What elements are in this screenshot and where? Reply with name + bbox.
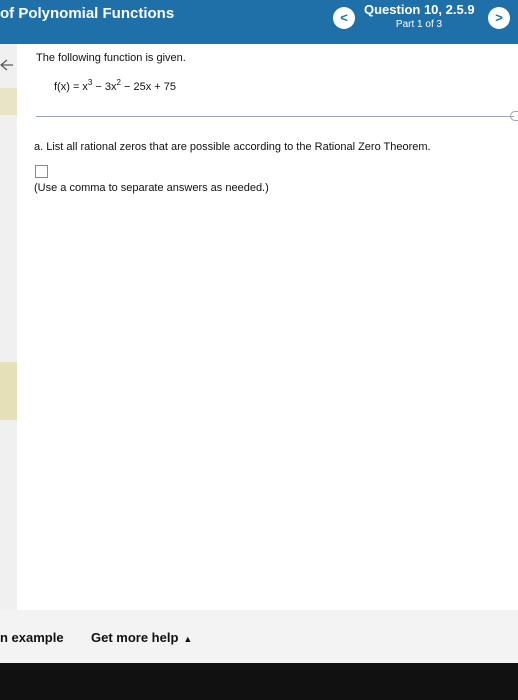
divider-handle[interactable] bbox=[510, 111, 518, 121]
sidebar-accent bbox=[0, 88, 17, 115]
get-more-help-label: Get more help bbox=[91, 630, 179, 645]
chevron-left-icon: < bbox=[340, 10, 348, 25]
question-title: Question 10, 2.5.9 bbox=[364, 2, 475, 17]
section-divider bbox=[36, 116, 514, 117]
formula-rhs: − 25x + 75 bbox=[120, 81, 177, 93]
next-question-button[interactable]: > bbox=[488, 7, 510, 29]
chevron-right-icon: > bbox=[495, 10, 503, 25]
footer-bar: n example Get more help ▲ bbox=[0, 610, 518, 663]
formula-middle: − 3x bbox=[92, 81, 117, 93]
header-bar: of Polynomial Functions < Question 10, 2… bbox=[0, 0, 518, 44]
view-example-link[interactable]: n example bbox=[0, 630, 64, 645]
collapse-arrow-icon[interactable] bbox=[0, 58, 14, 72]
sidebar-accent bbox=[0, 362, 17, 420]
left-sidebar-strip bbox=[0, 44, 17, 610]
question-part: Part 1 of 3 bbox=[395, 19, 443, 30]
function-formula: f(x) = x3 − 3x2 − 25x + 75 bbox=[54, 78, 176, 93]
previous-question-button[interactable]: < bbox=[333, 7, 355, 29]
answer-hint: (Use a comma to separate answers as need… bbox=[34, 182, 269, 194]
problem-intro: The following function is given. bbox=[36, 52, 186, 64]
question-content: The following function is given. f(x) = … bbox=[17, 44, 518, 610]
formula-lhs: f(x) = x bbox=[54, 81, 88, 93]
answer-input[interactable] bbox=[35, 165, 48, 178]
part-a-prompt: a. List all rational zeros that are poss… bbox=[34, 141, 431, 153]
caret-up-icon: ▲ bbox=[183, 634, 193, 644]
get-more-help-button[interactable]: Get more help ▲ bbox=[91, 630, 192, 645]
page-title: of Polynomial Functions bbox=[0, 5, 175, 22]
bottom-bar bbox=[0, 663, 518, 700]
